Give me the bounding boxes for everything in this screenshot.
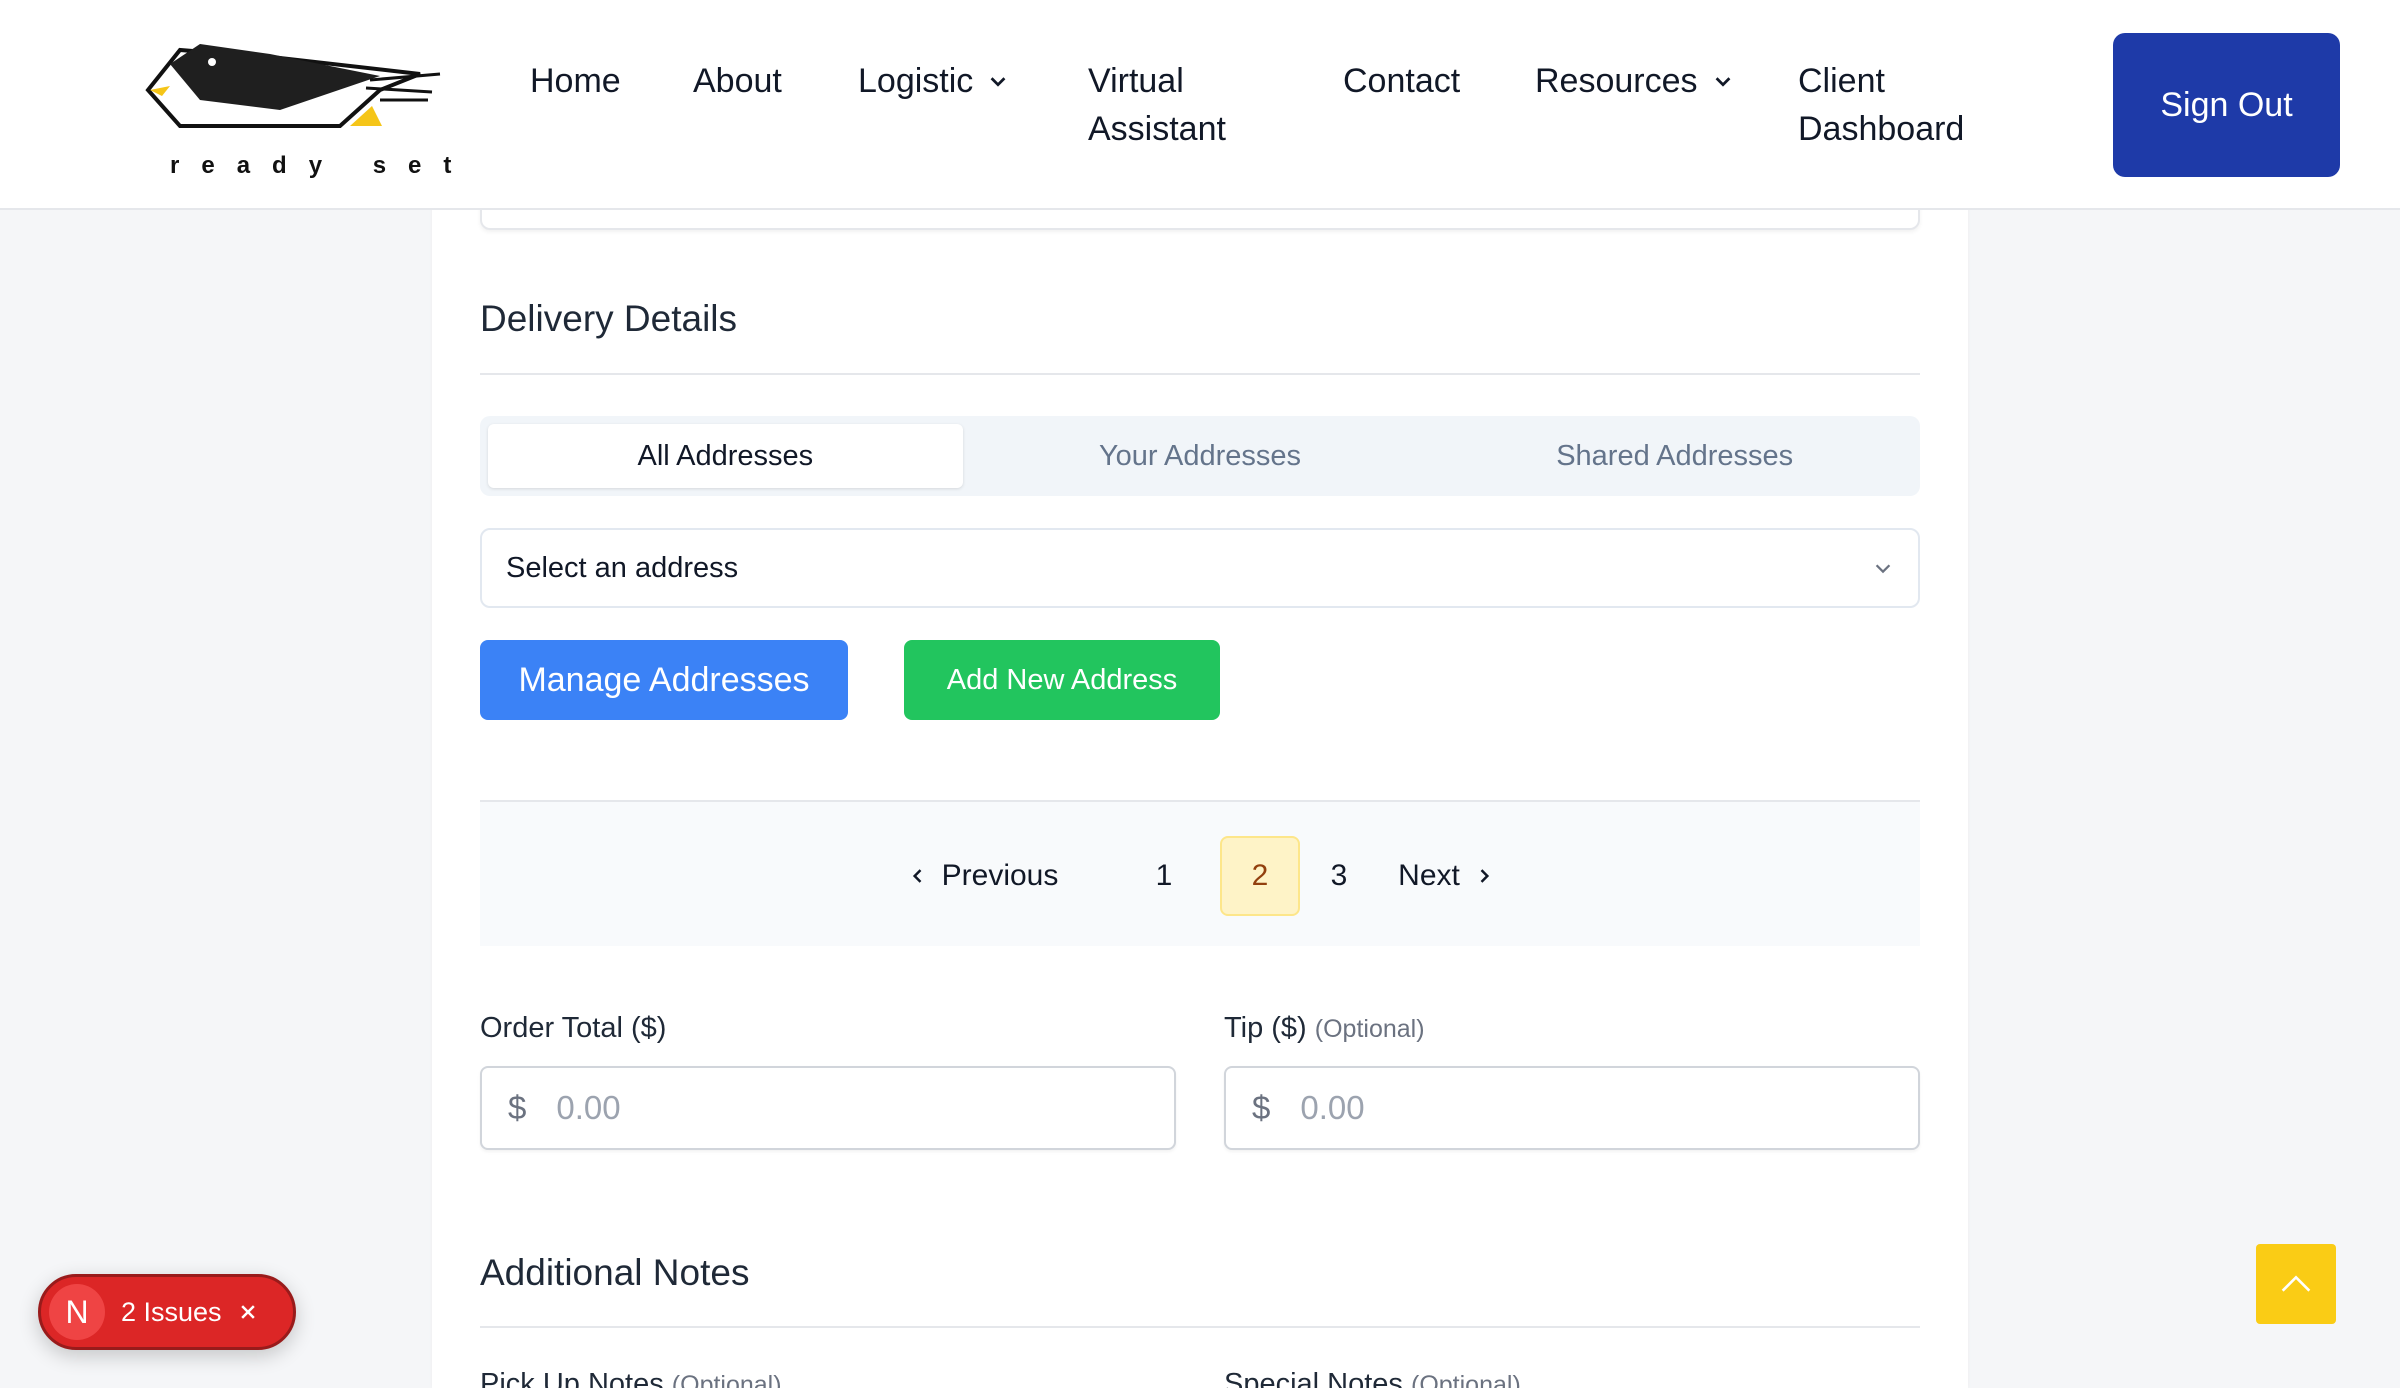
nav-home[interactable]: Home [530, 57, 621, 105]
chevron-down-icon [1875, 564, 1891, 574]
chevron-down-icon [990, 77, 1006, 87]
pagination-previous[interactable]: Previous [898, 836, 1068, 916]
address-tabs: All Addresses Your Addresses Shared Addr… [480, 416, 1920, 496]
chevron-left-icon [912, 869, 922, 883]
sign-out-button[interactable]: Sign Out [2113, 33, 2340, 177]
issues-count: 2 Issues [121, 1296, 222, 1327]
notes-divider [480, 1326, 1920, 1328]
chevron-up-icon [2281, 1275, 2311, 1292]
tip-input[interactable] [1300, 1089, 1861, 1127]
issues-initial: N [49, 1284, 105, 1340]
tip-optional: (Optional) [1314, 1015, 1425, 1043]
site-header: ready set Home About Logistic Virtual As… [0, 0, 2400, 210]
nav-contact[interactable]: Contact [1343, 57, 1460, 105]
additional-notes-title: Additional Notes [480, 1252, 750, 1293]
chevron-right-icon [1480, 869, 1489, 883]
address-select[interactable]: Select an address [480, 528, 1920, 608]
issues-badge[interactable]: N 2 Issues [38, 1274, 296, 1350]
pickup-notes-label: Pick Up Notes [480, 1368, 664, 1388]
tab-your-addresses[interactable]: Your Addresses [963, 424, 1438, 488]
bird-logo-icon [145, 44, 441, 128]
next-label: Next [1398, 859, 1460, 892]
nav-resources-label: Resources [1535, 62, 1698, 100]
logo-text: ready set [170, 152, 474, 179]
page-3[interactable]: 3 [1314, 836, 1364, 916]
delivery-divider [480, 373, 1920, 375]
nav-about[interactable]: About [693, 57, 782, 105]
dollar-icon: $ [508, 1089, 527, 1126]
special-notes-label: Special Notes [1224, 1368, 1403, 1388]
page-2[interactable]: 2 [1220, 836, 1300, 916]
dollar-icon: $ [1252, 1089, 1271, 1126]
order-total-input[interactable] [556, 1089, 1117, 1127]
nav-virtual-assistant[interactable]: Virtual Assistant [1088, 57, 1288, 153]
order-total-label: Order Total ($) [480, 1012, 667, 1044]
order-total-field[interactable]: $ [480, 1066, 1176, 1150]
scroll-to-top-button[interactable] [2256, 1244, 2336, 1324]
pagination: Previous 1 2 3 Next [480, 800, 1920, 946]
chevron-down-icon [1715, 77, 1730, 87]
address-select-value: Select an address [506, 551, 739, 584]
ready-set-logo[interactable]: ready set [140, 30, 460, 190]
tip-label-group: Tip ($) (Optional) [1224, 1012, 1425, 1045]
special-optional: (Optional) [1411, 1371, 1521, 1388]
tab-all-addresses[interactable]: All Addresses [488, 424, 963, 488]
nav-logistic[interactable]: Logistic [858, 57, 1009, 105]
close-icon[interactable] [238, 1302, 258, 1322]
delivery-details-title: Delivery Details [480, 298, 738, 339]
pagination-next[interactable]: Next [1386, 836, 1506, 916]
special-notes-label-group: Special Notes (Optional) [1224, 1368, 1521, 1388]
tip-label: Tip ($) [1224, 1012, 1307, 1044]
manage-addresses-button[interactable]: Manage Addresses [480, 640, 848, 720]
tab-shared-addresses[interactable]: Shared Addresses [1437, 424, 1912, 488]
pickup-optional: (Optional) [671, 1371, 782, 1388]
nav-logistic-label: Logistic [858, 62, 974, 100]
pickup-notes-label-group: Pick Up Notes (Optional) [480, 1368, 782, 1388]
add-new-address-button[interactable]: Add New Address [904, 640, 1220, 720]
nav-client-dashboard[interactable]: Client Dashboard [1798, 57, 1998, 153]
previous-label: Previous [941, 859, 1059, 892]
tip-field[interactable]: $ [1224, 1066, 1920, 1150]
page-1[interactable]: 1 [1144, 836, 1184, 916]
nav-resources[interactable]: Resources [1535, 57, 1734, 105]
